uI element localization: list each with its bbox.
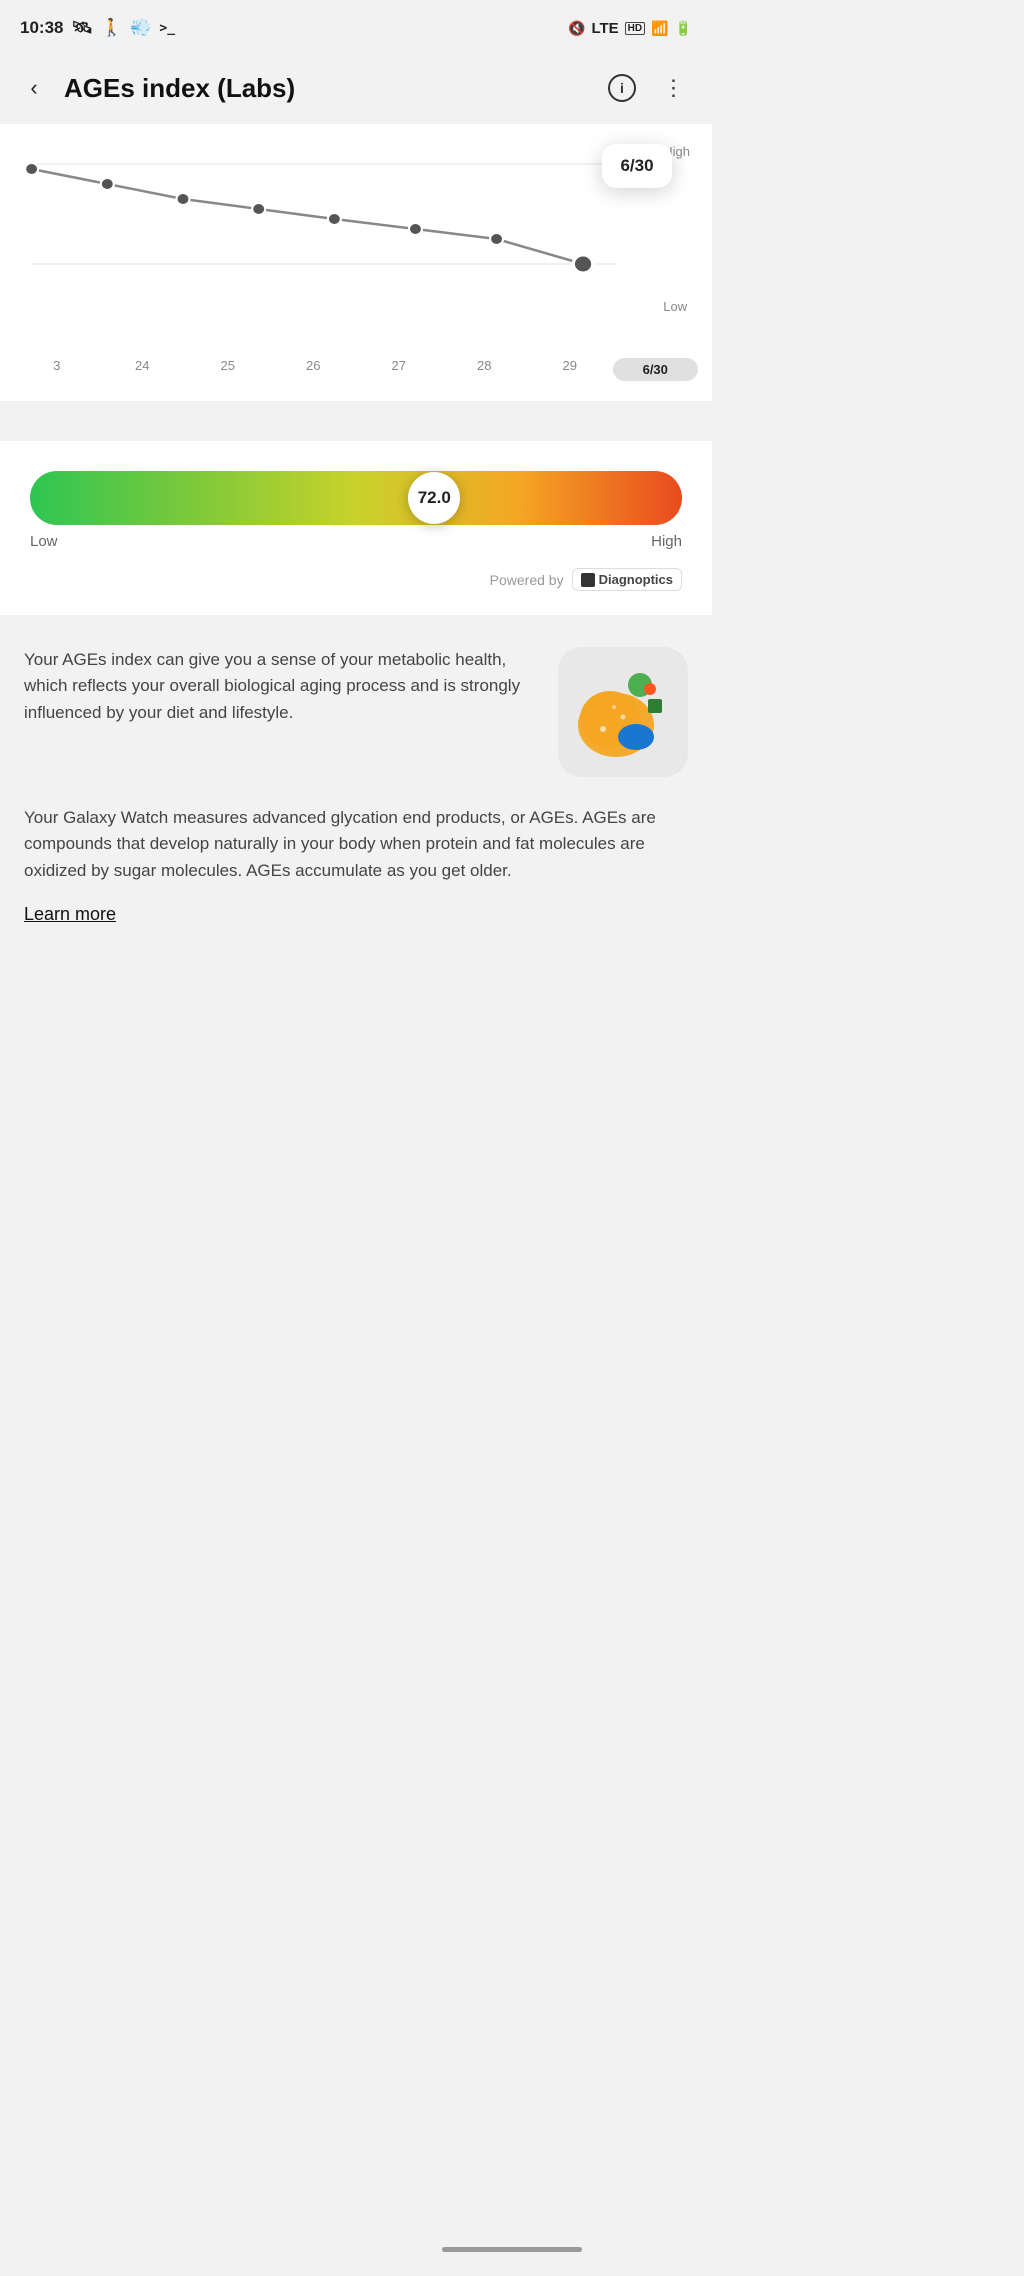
status-left: 10:38 🛰 🚶 💨 >_ — [20, 18, 175, 38]
chart-section: High Low 6/30 — [0, 124, 712, 401]
gauge-indicator: 72.0 — [408, 472, 460, 524]
chart-svg — [10, 134, 702, 314]
chart-area: High Low 6/30 — [10, 134, 702, 354]
hd-badge: HD — [625, 22, 645, 35]
date-label-27: 27 — [356, 358, 442, 381]
gauge-bar-wrapper: 72.0 — [30, 471, 682, 525]
learn-more-link[interactable]: Learn more — [24, 904, 116, 925]
gauge-axis-labels: Low High — [30, 533, 682, 550]
date-axis: 3 24 25 26 27 28 29 6/30 — [0, 358, 712, 381]
date-label-3: 3 — [14, 358, 100, 381]
bottom-spacer — [0, 957, 712, 1357]
back-arrow-icon: ‹ — [30, 75, 37, 101]
page-title: AGEs index (Labs) — [64, 73, 592, 104]
status-icon-terminal: >_ — [159, 21, 175, 36]
back-button[interactable]: ‹ — [12, 66, 56, 110]
lte-label: LTE — [591, 20, 618, 37]
diagnoptics-brand: Diagnoptics — [599, 572, 673, 587]
mute-icon: 🔇 — [568, 20, 585, 37]
gauge-low-label: Low — [30, 533, 58, 550]
status-time: 10:38 — [20, 18, 63, 38]
date-label-25: 25 — [185, 358, 271, 381]
date-label-630[interactable]: 6/30 — [613, 358, 699, 381]
status-icon-person: 🚶 — [101, 18, 122, 38]
battery-icon: 🔋 — [675, 20, 692, 37]
signal-bars-icon: 📶 — [651, 20, 668, 37]
illustration-svg — [568, 657, 678, 767]
top-bar: ‹ AGEs index (Labs) i ⋮ — [0, 52, 712, 124]
diagnoptics-logo: Diagnoptics — [572, 568, 682, 591]
info-section: Your AGEs index can give you a sense of … — [0, 615, 712, 957]
bottom-nav-bar — [442, 2247, 582, 2252]
gauge-value: 72.0 — [418, 488, 451, 508]
info-content-row: Your AGEs index can give you a sense of … — [24, 647, 688, 777]
status-icon-fan: 💨 — [130, 18, 151, 38]
info-illustration — [558, 647, 688, 777]
gauge-section: 72.0 Low High Powered by Diagnoptics — [0, 441, 712, 615]
date-label-29: 29 — [527, 358, 613, 381]
date-label-26: 26 — [271, 358, 357, 381]
status-icon-signal: 🛰 — [71, 18, 93, 38]
info-button[interactable]: i — [600, 66, 644, 110]
status-bar: 10:38 🛰 🚶 💨 >_ 🔇 LTE HD 📶 🔋 — [0, 0, 712, 52]
chart-tooltip: 6/30 — [602, 144, 672, 188]
info-paragraph2: Your Galaxy Watch measures advanced glyc… — [24, 805, 688, 884]
more-icon: ⋮ — [663, 75, 686, 101]
date-label-24: 24 — [100, 358, 186, 381]
info-paragraph1: Your AGEs index can give you a sense of … — [24, 647, 542, 726]
info-circle-icon: i — [608, 74, 636, 102]
tooltip-value: 6/30 — [620, 156, 653, 176]
status-right: 🔇 LTE HD 📶 🔋 — [568, 20, 692, 37]
more-button[interactable]: ⋮ — [652, 66, 696, 110]
diagnoptics-square-icon — [581, 573, 595, 587]
date-label-28: 28 — [442, 358, 528, 381]
gauge-bar: 72.0 — [30, 471, 682, 525]
spacer-1 — [0, 401, 712, 441]
gauge-high-label: High — [651, 533, 682, 550]
powered-by: Powered by Diagnoptics — [30, 568, 682, 591]
powered-by-label: Powered by — [490, 572, 564, 588]
